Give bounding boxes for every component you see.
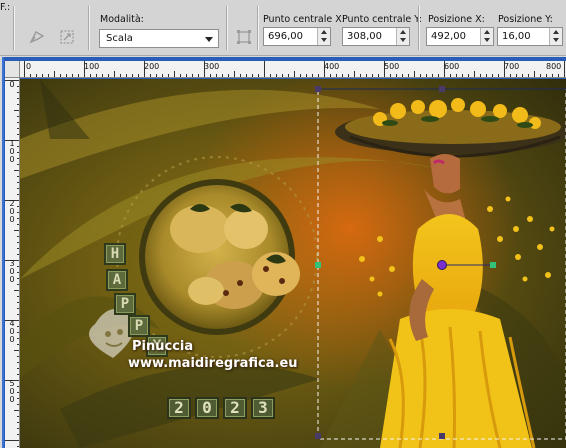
spin-up-icon <box>400 30 406 34</box>
center-x-label: Punto centrale X: <box>263 14 345 25</box>
center-y-value: 308,00 <box>347 31 382 42</box>
letter-tile: P <box>114 293 136 315</box>
spin-down-icon <box>484 38 490 42</box>
chevron-down-icon <box>205 37 213 42</box>
horizontal-ruler: 0 100 200 300 400 500 600 700 800 <box>20 61 566 78</box>
year-tile: 2 <box>223 397 247 419</box>
image-canvas[interactable]: H A P P Y <box>20 79 566 448</box>
center-y-spinner[interactable] <box>396 28 409 45</box>
separator <box>88 6 89 50</box>
position-y-label: Posizione Y: <box>498 14 553 25</box>
spin-down-icon <box>553 38 559 42</box>
ruler-label: 400 <box>9 319 15 344</box>
vertical-ruler: 0 100 200 300 400 500 <box>5 78 20 448</box>
ruler-label: 600 <box>444 62 460 71</box>
position-x-field[interactable]: 492,00 <box>426 27 494 46</box>
watermark-url: www.maidiregrafica.eu <box>128 356 298 371</box>
spin-up-icon <box>484 30 490 34</box>
ruler-label: 100 <box>9 139 15 164</box>
separator <box>418 6 419 50</box>
ruler-label: 200 <box>9 199 15 224</box>
separator <box>226 6 227 50</box>
watermark-author: Pinuccia <box>132 339 194 354</box>
position-y-spinner[interactable] <box>549 28 562 45</box>
tool-options-bar: F.: Modalità: Scala Punto centrale X: 69… <box>0 0 566 56</box>
spin-down-icon <box>400 38 406 42</box>
center-y-field[interactable]: 308,00 <box>342 27 410 46</box>
spin-up-icon <box>553 30 559 34</box>
mode-select-value: Scala <box>106 33 133 44</box>
ruler-label: 200 <box>144 62 160 71</box>
position-x-value: 492,00 <box>431 31 466 42</box>
separator <box>257 6 258 50</box>
pick-tool-button[interactable] <box>26 26 48 48</box>
position-y-value: 16,00 <box>502 31 531 42</box>
pick-tool-icon <box>29 31 45 44</box>
ruler-label: 100 <box>84 62 100 71</box>
ruler-label: 300 <box>204 62 220 71</box>
separator <box>13 6 14 50</box>
spin-up-icon <box>321 30 327 34</box>
ruler-label: 300 <box>9 259 15 284</box>
ruler-corner <box>5 61 20 78</box>
ruler-label: 700 <box>504 62 520 71</box>
spin-down-icon <box>321 38 327 42</box>
transform-frame-button[interactable] <box>233 26 255 48</box>
deform-tool-button[interactable] <box>56 26 78 48</box>
ruler-ticks <box>24 61 565 77</box>
year-tile: 0 <box>195 397 219 419</box>
artwork <box>20 79 566 448</box>
letter-tile: A <box>106 269 128 291</box>
year-tile: 3 <box>251 397 275 419</box>
position-x-label: Posizione X: <box>428 14 485 25</box>
letter-tile: H <box>104 243 126 265</box>
center-y-label: Punto centrale Y: <box>342 14 422 25</box>
center-x-value: 696,00 <box>268 31 303 42</box>
center-x-field[interactable]: 696,00 <box>263 27 331 46</box>
mode-select[interactable]: Scala <box>99 29 219 48</box>
ruler-label: 0 <box>26 62 32 71</box>
mode-label: Modalità: <box>100 14 144 25</box>
ruler-label: 800 <box>546 62 562 71</box>
position-x-spinner[interactable] <box>480 28 493 45</box>
ruler-label: 0 <box>9 80 15 89</box>
transform-frame-icon <box>237 30 251 44</box>
deform-tool-icon <box>60 30 74 44</box>
letter-tile: P <box>128 315 150 337</box>
truncated-label: F.: <box>0 2 11 13</box>
year-tile: 2 <box>167 397 191 419</box>
ruler-label: 400 <box>324 62 340 71</box>
center-x-spinner[interactable] <box>317 28 330 45</box>
position-y-field[interactable]: 16,00 <box>497 27 563 46</box>
ruler-label: 500 <box>9 379 15 404</box>
ruler-label: 500 <box>384 62 400 71</box>
